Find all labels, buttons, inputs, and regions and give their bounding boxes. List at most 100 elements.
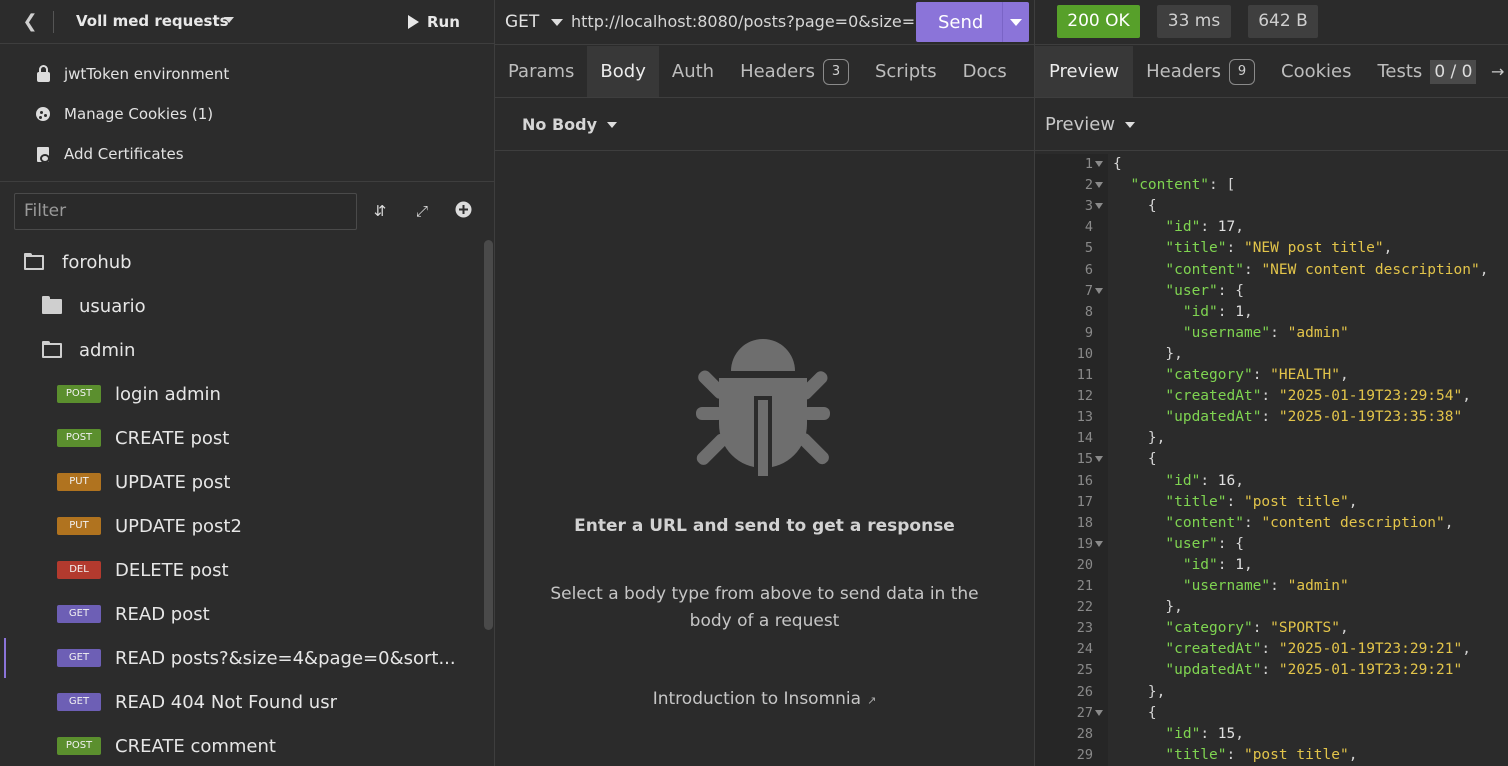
code-line: 28 "id": 15,	[1035, 724, 1508, 745]
send-button[interactable]: Send	[916, 2, 1029, 42]
code-line: 21 "username": "admin"	[1035, 576, 1508, 597]
body-type-caret-icon[interactable]	[607, 121, 618, 128]
method-badge: PUT	[57, 473, 101, 491]
code-line: 11 "category": "HEALTH",	[1035, 365, 1508, 386]
method-select[interactable]: GET	[505, 12, 539, 32]
tab-label: Scripts	[874, 61, 937, 82]
workspace-name[interactable]: Voll med requests	[76, 12, 229, 30]
line-number: 27	[1076, 704, 1093, 721]
request-item[interactable]: POST login admin	[0, 372, 482, 416]
folder-admin[interactable]: admin	[0, 328, 482, 372]
workspace-caret-icon[interactable]	[224, 17, 234, 23]
environment-item[interactable]: jwtToken environment	[0, 54, 494, 94]
code-line: 27 {	[1035, 703, 1508, 724]
request-label: READ 404 Not Found usr	[115, 691, 337, 713]
request-item[interactable]: GET READ post	[0, 592, 482, 636]
code-line: 20 "id": 1,	[1035, 555, 1508, 576]
request-item[interactable]: PUT UPDATE post2	[0, 504, 482, 548]
tab-response-headers[interactable]: Headers 9	[1133, 46, 1268, 97]
code-text: "title": "NEW post title",	[1165, 240, 1393, 257]
line-number: 18	[1076, 514, 1093, 531]
request-label: READ posts?&size=4&page=0&sort...	[115, 647, 456, 669]
sidebar-scrollbar[interactable]	[484, 240, 493, 630]
method-badge: DEL	[57, 561, 101, 579]
tab-body[interactable]: Body	[587, 46, 659, 97]
fold-toggle-icon[interactable]	[1095, 456, 1103, 463]
code-text: {	[1113, 156, 1122, 172]
code-text: "createdAt": "2025-01-19T23:29:21",	[1165, 641, 1471, 658]
fold-toggle-icon[interactable]	[1095, 540, 1103, 547]
code-line: 17 "title": "post title",	[1035, 492, 1508, 513]
body-type-select[interactable]: No Body	[522, 115, 597, 134]
fold-toggle-icon[interactable]	[1095, 203, 1103, 210]
more-tabs-arrow-icon[interactable]: →	[1491, 62, 1504, 81]
request-label: READ post	[115, 603, 210, 625]
response-code-viewer[interactable]: 1{2 "content": [3 {4 "id": 17, 5 "title":…	[1035, 154, 1508, 766]
response-pane: 200 OK 33 ms 642 B Preview Headers 9 Coo…	[1035, 0, 1508, 766]
line-number: 6	[1084, 261, 1093, 278]
time-badge: 33 ms	[1157, 5, 1231, 38]
send-options-caret-icon[interactable]	[1010, 19, 1022, 26]
tab-auth[interactable]: Auth	[659, 46, 727, 97]
request-item-active[interactable]: GET READ posts?&size=4&page=0&sort...	[0, 636, 482, 680]
tab-headers[interactable]: Headers 3	[727, 46, 862, 97]
tab-cookies[interactable]: Cookies	[1268, 46, 1364, 97]
folder-label: usuario	[79, 295, 146, 317]
fold-toggle-icon[interactable]	[1095, 709, 1103, 716]
code-text: "category": "HEALTH",	[1165, 367, 1349, 383]
tab-params[interactable]: Params	[495, 46, 587, 97]
preview-mode-caret-icon[interactable]	[1125, 121, 1136, 128]
back-icon[interactable]: ❮	[18, 10, 42, 34]
code-line: 9 "username": "admin"	[1035, 323, 1508, 344]
code-line: 8 "id": 1,	[1035, 302, 1508, 323]
tab-scripts[interactable]: Scripts	[862, 46, 950, 97]
manage-cookies-item[interactable]: Manage Cookies (1)	[0, 94, 494, 134]
folder-forohub[interactable]: forohub	[0, 240, 482, 284]
certificate-icon	[36, 146, 50, 163]
folder-label: forohub	[62, 251, 132, 273]
request-item[interactable]: POST CREATE post	[0, 416, 482, 460]
tab-label: Auth	[671, 61, 715, 82]
fold-toggle-icon[interactable]	[1095, 161, 1103, 167]
line-number: 12	[1076, 388, 1093, 405]
preview-mode-select[interactable]: Preview	[1045, 114, 1115, 135]
line-number: 2	[1084, 177, 1093, 194]
code-line: 5 "title": "NEW post title",	[1035, 238, 1508, 259]
request-item[interactable]: DEL DELETE post	[0, 548, 482, 592]
line-number: 28	[1076, 725, 1093, 742]
add-icon[interactable]	[453, 201, 473, 221]
request-item[interactable]: GET READ 404 Not Found usr	[0, 680, 482, 724]
sort-icon[interactable]: ⇵	[370, 201, 390, 221]
tab-tests[interactable]: Tests 0 / 0	[1364, 46, 1482, 97]
folder-label: admin	[79, 339, 136, 361]
request-tree: forohub usuario admin POST login admin P…	[0, 240, 482, 766]
tab-label: Body	[600, 61, 646, 82]
tab-preview[interactable]: Preview	[1035, 46, 1134, 97]
intro-link[interactable]: Introduction to Insomnia ↗	[495, 689, 1034, 709]
add-certificates-item[interactable]: Add Certificates	[0, 134, 494, 174]
url-input[interactable]: http://localhost:8080/posts?page=0&size=…	[571, 12, 916, 34]
play-icon	[408, 15, 419, 29]
filter-input[interactable]: Filter	[14, 193, 357, 230]
request-item[interactable]: POST CREATE comment	[0, 724, 482, 766]
tab-docs[interactable]: Docs	[950, 46, 1020, 97]
expand-icon[interactable]: ⤢	[412, 201, 432, 221]
fold-toggle-icon[interactable]	[1095, 182, 1103, 189]
fold-toggle-icon[interactable]	[1095, 287, 1103, 294]
request-label: DELETE post	[115, 559, 229, 581]
request-label: UPDATE post2	[115, 515, 242, 537]
folder-usuario[interactable]: usuario	[0, 284, 482, 328]
bug-icon	[696, 339, 830, 476]
line-number: 9	[1084, 324, 1093, 341]
request-item[interactable]: PUT UPDATE post	[0, 460, 482, 504]
method-caret-icon[interactable]	[551, 19, 563, 26]
run-button[interactable]: Run	[408, 10, 460, 34]
insomnia-app: ❮ Voll med requests Run jwtToken environ…	[0, 0, 1508, 766]
line-number: 3	[1084, 198, 1093, 215]
line-number: 1	[1084, 156, 1093, 172]
code-line: 25 "updatedAt": "2025-01-19T23:29:21"	[1035, 660, 1508, 681]
code-line: 10 },	[1035, 344, 1508, 365]
tab-label: Headers	[1146, 61, 1221, 82]
line-number: 15	[1076, 451, 1093, 468]
empty-state-description: Select a body type from above to send da…	[550, 584, 979, 631]
